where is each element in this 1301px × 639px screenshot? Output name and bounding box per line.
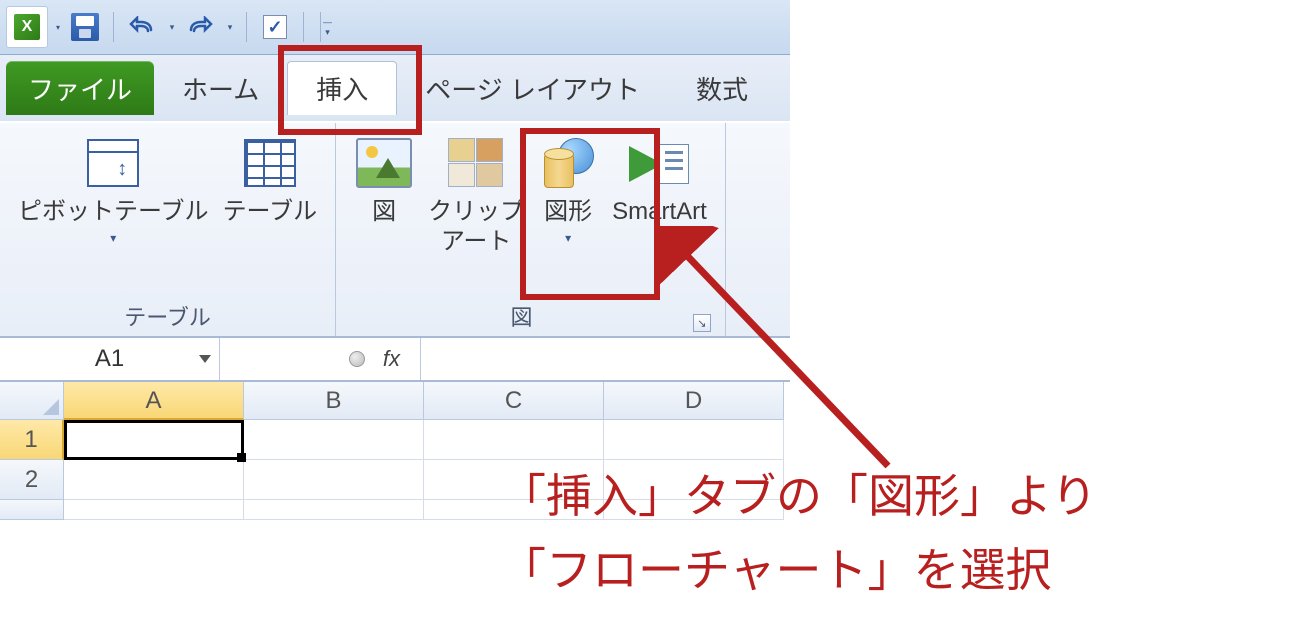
- dropdown-indicator-icon: ▾: [110, 231, 116, 245]
- pivot-table-button[interactable]: ピボットテーブル ▾: [14, 133, 213, 247]
- cell-a2[interactable]: [64, 460, 244, 500]
- table-label: テーブル: [223, 197, 318, 227]
- save-button[interactable]: [67, 9, 103, 45]
- touch-mode-button[interactable]: ✓: [257, 9, 293, 45]
- insert-function-button[interactable]: fx: [383, 346, 400, 372]
- row-1: 1: [0, 420, 790, 460]
- formula-bar: A1 fx: [0, 338, 790, 382]
- separator: [246, 12, 247, 42]
- dropdown-indicator-icon: ▾: [565, 231, 571, 245]
- select-all-button[interactable]: [0, 382, 64, 420]
- group-tables: ピボットテーブル ▾ テーブル テーブル: [0, 123, 336, 336]
- group-name-tables: テーブル: [14, 294, 321, 332]
- redo-icon: [185, 15, 215, 39]
- picture-label: 図: [372, 197, 396, 227]
- undo-dropdown-icon[interactable]: ▾: [166, 21, 178, 33]
- cell-a1[interactable]: [64, 420, 244, 460]
- quick-access-toolbar: X ▾ ▾ ▾ ✓ —▾: [0, 0, 790, 55]
- shapes-icon: [538, 136, 598, 190]
- group-name-illustrations: 図: [350, 294, 693, 332]
- save-icon: [71, 13, 99, 41]
- column-header-c[interactable]: C: [424, 382, 604, 420]
- tab-page-layout[interactable]: ページ レイアウト: [397, 61, 668, 115]
- column-header-b[interactable]: B: [244, 382, 424, 420]
- tab-formulas[interactable]: 数式: [668, 61, 776, 115]
- shapes-button[interactable]: 図形 ▾: [534, 133, 602, 259]
- row-header-2[interactable]: 2: [0, 460, 64, 500]
- table-button[interactable]: テーブル: [219, 133, 322, 247]
- cancel-button[interactable]: [349, 351, 365, 367]
- ribbon-tabs: ファイル ホーム 挿入 ページ レイアウト 数式: [0, 55, 790, 123]
- formula-bar-controls: fx: [220, 338, 420, 380]
- table-icon: [244, 139, 296, 187]
- pivot-table-icon: [87, 139, 139, 187]
- smartart-label: SmartArt: [612, 197, 707, 227]
- column-header-d[interactable]: D: [604, 382, 784, 420]
- undo-icon: [127, 15, 157, 39]
- column-headers: A B C D: [0, 382, 790, 420]
- excel-window: X ▾ ▾ ▾ ✓ —▾ ファイル ホーム 挿入 ペー: [0, 0, 790, 520]
- smartart-icon: [629, 138, 689, 188]
- tab-file[interactable]: ファイル: [6, 61, 154, 115]
- shapes-label: 図形: [544, 197, 592, 227]
- app-menu-button[interactable]: X: [6, 6, 48, 48]
- undo-button[interactable]: [124, 9, 160, 45]
- smartart-button[interactable]: SmartArt: [608, 133, 711, 259]
- customize-qat-button[interactable]: —▾: [320, 12, 334, 42]
- redo-button[interactable]: [182, 9, 218, 45]
- picture-icon: [356, 138, 412, 188]
- clipart-icon: [448, 138, 504, 188]
- cell-b1[interactable]: [244, 420, 424, 460]
- name-box-value: A1: [95, 345, 124, 373]
- pivot-table-label: ピボットテーブル: [18, 197, 209, 227]
- tab-insert[interactable]: 挿入: [287, 61, 397, 115]
- cell-a3[interactable]: [64, 500, 244, 520]
- name-box[interactable]: A1: [0, 338, 220, 380]
- formula-input[interactable]: [420, 338, 790, 380]
- redo-dropdown-icon[interactable]: ▾: [224, 21, 236, 33]
- name-box-dropdown-icon[interactable]: [199, 355, 211, 363]
- group-illustrations: 図 クリップ アート 図形 ▾ SmartArt 図 ↘: [336, 123, 726, 336]
- tab-home[interactable]: ホーム: [154, 61, 287, 115]
- cell-b3[interactable]: [244, 500, 424, 520]
- excel-logo-icon: X: [14, 14, 40, 40]
- checkbox-icon: ✓: [263, 15, 287, 39]
- cell-c1[interactable]: [424, 420, 604, 460]
- annotation-text: 「挿入」タブの「図形」より 「フローチャート」を選択: [500, 460, 1097, 607]
- row-header-1[interactable]: 1: [0, 420, 64, 460]
- ribbon: ピボットテーブル ▾ テーブル テーブル 図 クリップ アート: [0, 123, 790, 338]
- annotation-line2: 「フローチャート」を選択: [500, 544, 1052, 596]
- column-header-a[interactable]: A: [64, 382, 244, 420]
- cell-d1[interactable]: [604, 420, 784, 460]
- row-header-3[interactable]: [0, 500, 64, 520]
- separator: [303, 12, 304, 42]
- app-menu-dropdown-icon[interactable]: ▾: [53, 22, 63, 32]
- dialog-launcher-button[interactable]: ↘: [693, 314, 711, 332]
- cell-b2[interactable]: [244, 460, 424, 500]
- picture-button[interactable]: 図: [350, 133, 418, 259]
- clipart-label: クリップ アート: [428, 197, 524, 257]
- annotation-line1: 「挿入」タブの「図形」より: [500, 470, 1097, 522]
- separator: [113, 12, 114, 42]
- clipart-button[interactable]: クリップ アート: [424, 133, 528, 259]
